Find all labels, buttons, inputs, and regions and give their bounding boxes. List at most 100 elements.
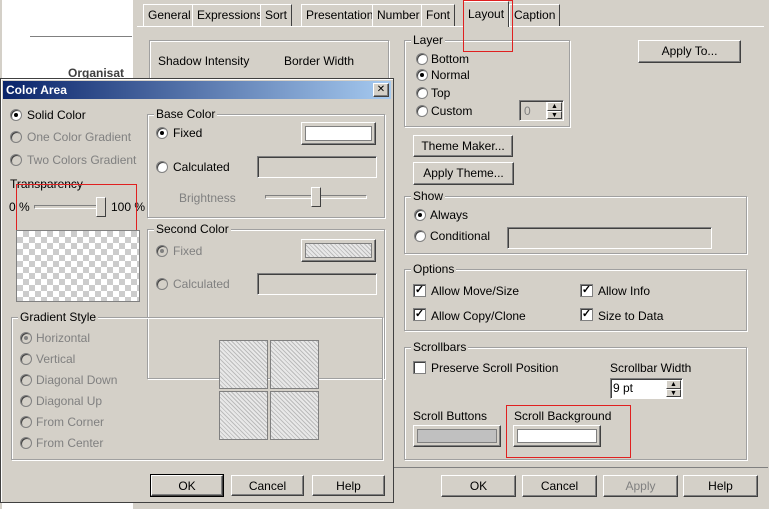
gradient-variant-tile[interactable]: [219, 340, 268, 389]
solid-color-label: Solid Color: [27, 108, 86, 122]
show-group-title: Show: [411, 189, 446, 203]
tab-caption[interactable]: Caption: [509, 4, 561, 26]
show-conditional-radio[interactable]: [414, 230, 426, 242]
layer-custom-value-field[interactable]: 0 ▲ ▼: [519, 100, 564, 121]
scrollbar-width-field[interactable]: 9 pt ▲ ▼: [610, 378, 683, 399]
gradient-horizontal-label: Horizontal: [36, 331, 91, 345]
allow-info-checkbox[interactable]: ✓: [580, 284, 593, 297]
tab-expressions[interactable]: Expressions: [192, 4, 268, 26]
layer-custom-spinner[interactable]: ▲ ▼: [546, 102, 562, 119]
spin-down-icon[interactable]: ▼: [547, 110, 562, 119]
base-calculated-field[interactable]: [257, 156, 377, 178]
spin-up-icon[interactable]: ▲: [666, 380, 681, 389]
brightness-slider-thumb[interactable]: [311, 187, 321, 207]
spin-down-icon[interactable]: ▼: [666, 388, 681, 397]
one-color-gradient-radio[interactable]: [10, 131, 22, 143]
color-ok-button[interactable]: OK: [150, 474, 224, 497]
gradient-from-center-label: From Center: [36, 436, 104, 450]
main-ok-button[interactable]: OK: [441, 475, 516, 497]
layer-top-radio[interactable]: [416, 87, 428, 99]
gradient-variant-tile[interactable]: [219, 391, 268, 440]
second-calculated-label: Calculated: [173, 277, 230, 291]
apply-theme-button[interactable]: Apply Theme...: [413, 162, 514, 185]
tab-sort[interactable]: Sort: [260, 4, 293, 26]
gradient-variant-tile[interactable]: [270, 340, 319, 389]
apply-to-button[interactable]: Apply To...: [638, 40, 741, 63]
scroll-buttons-swatch: [417, 429, 497, 443]
second-color-title: Second Color: [154, 222, 231, 236]
base-calculated-label: Calculated: [173, 160, 230, 174]
tab-general[interactable]: General: [143, 4, 196, 26]
second-color-swatch-button[interactable]: [301, 239, 376, 262]
scroll-buttons-color-button[interactable]: [413, 425, 501, 447]
main-dialog-footer-separator: [392, 467, 768, 468]
layer-custom-label: Custom: [431, 104, 473, 118]
brightness-label: Brightness: [179, 191, 236, 205]
gradient-variant-tile[interactable]: [270, 391, 319, 440]
gradient-from-corner-radio[interactable]: [20, 416, 32, 428]
main-cancel-button[interactable]: Cancel: [522, 475, 597, 497]
gradient-vertical-radio[interactable]: [20, 353, 32, 365]
base-fixed-radio[interactable]: [156, 127, 168, 139]
allow-copy-clone-label: Allow Copy/Clone: [431, 309, 526, 323]
second-fixed-label: Fixed: [173, 244, 203, 258]
allow-copy-clone-checkbox[interactable]: ✓: [413, 308, 426, 321]
theme-maker-button[interactable]: Theme Maker...: [413, 135, 513, 157]
base-fixed-label: Fixed: [173, 126, 203, 140]
scrollbars-group-title: Scrollbars: [411, 340, 469, 354]
tab-panel-border: [137, 26, 764, 27]
color-help-button[interactable]: Help: [312, 475, 385, 496]
layer-custom-radio[interactable]: [416, 105, 428, 117]
gradient-diagonal-down-radio[interactable]: [20, 374, 32, 386]
border-width-label: Border Width: [284, 54, 355, 68]
tab-presentation[interactable]: Presentation: [301, 4, 379, 26]
layer-bottom-radio[interactable]: [416, 53, 428, 65]
size-to-data-checkbox[interactable]: ✓: [580, 308, 593, 321]
base-color-swatch: [305, 126, 372, 141]
base-color-title: Base Color: [154, 107, 218, 121]
second-fixed-radio[interactable]: [156, 245, 168, 257]
show-conditional-label: Conditional: [430, 229, 491, 243]
gradient-horizontal-radio[interactable]: [20, 332, 32, 344]
layer-group-title: Layer: [411, 33, 446, 47]
base-color-swatch-button[interactable]: [301, 122, 376, 145]
gradient-diagonal-down-label: Diagonal Down: [36, 373, 118, 387]
color-area-dialog: Color Area ✕ Solid Color One Color Gradi…: [0, 78, 394, 503]
layer-normal-label: Normal: [431, 68, 470, 82]
gradient-from-center-radio[interactable]: [20, 437, 32, 449]
tab-font[interactable]: Font: [421, 4, 456, 26]
brightness-slider[interactable]: [263, 185, 369, 209]
preserve-scroll-label: Preserve Scroll Position: [431, 361, 559, 375]
second-calculated-radio[interactable]: [156, 278, 168, 290]
close-icon[interactable]: ✕: [373, 83, 389, 97]
main-help-button[interactable]: Help: [683, 475, 758, 497]
gradient-diagonal-up-label: Diagonal Up: [36, 394, 103, 408]
show-always-radio[interactable]: [414, 209, 426, 221]
color-area-title: Color Area: [6, 83, 67, 97]
layout-tab-highlight: [463, 0, 513, 52]
background-app-separator: [30, 36, 132, 37]
gradient-style-title: Gradient Style: [18, 310, 99, 324]
layer-top-label: Top: [431, 86, 451, 100]
shadow-intensity-label: Shadow Intensity: [158, 54, 250, 68]
color-cancel-button[interactable]: Cancel: [231, 475, 304, 496]
allow-move-size-checkbox[interactable]: ✓: [413, 284, 426, 297]
tab-number[interactable]: Number: [372, 4, 425, 26]
spin-up-icon[interactable]: ▲: [547, 102, 562, 111]
scroll-background-highlight: [506, 405, 631, 458]
layer-normal-radio[interactable]: [416, 69, 428, 81]
options-group-title: Options: [411, 262, 457, 276]
scrollbar-width-value: 9 pt: [613, 381, 634, 395]
show-always-label: Always: [430, 208, 469, 222]
show-conditional-field[interactable]: [507, 227, 712, 249]
preserve-scroll-checkbox[interactable]: [413, 361, 426, 374]
solid-color-radio[interactable]: [10, 109, 22, 121]
second-calculated-field[interactable]: [257, 273, 377, 295]
scrollbar-width-spinner[interactable]: ▲ ▼: [665, 380, 681, 397]
base-calculated-radio[interactable]: [156, 161, 168, 173]
color-area-title-bar[interactable]: Color Area ✕: [3, 81, 391, 99]
main-apply-button[interactable]: Apply: [603, 475, 678, 497]
two-colors-gradient-radio[interactable]: [10, 154, 22, 166]
gradient-diagonal-up-radio[interactable]: [20, 395, 32, 407]
gradient-vertical-label: Vertical: [36, 352, 76, 366]
